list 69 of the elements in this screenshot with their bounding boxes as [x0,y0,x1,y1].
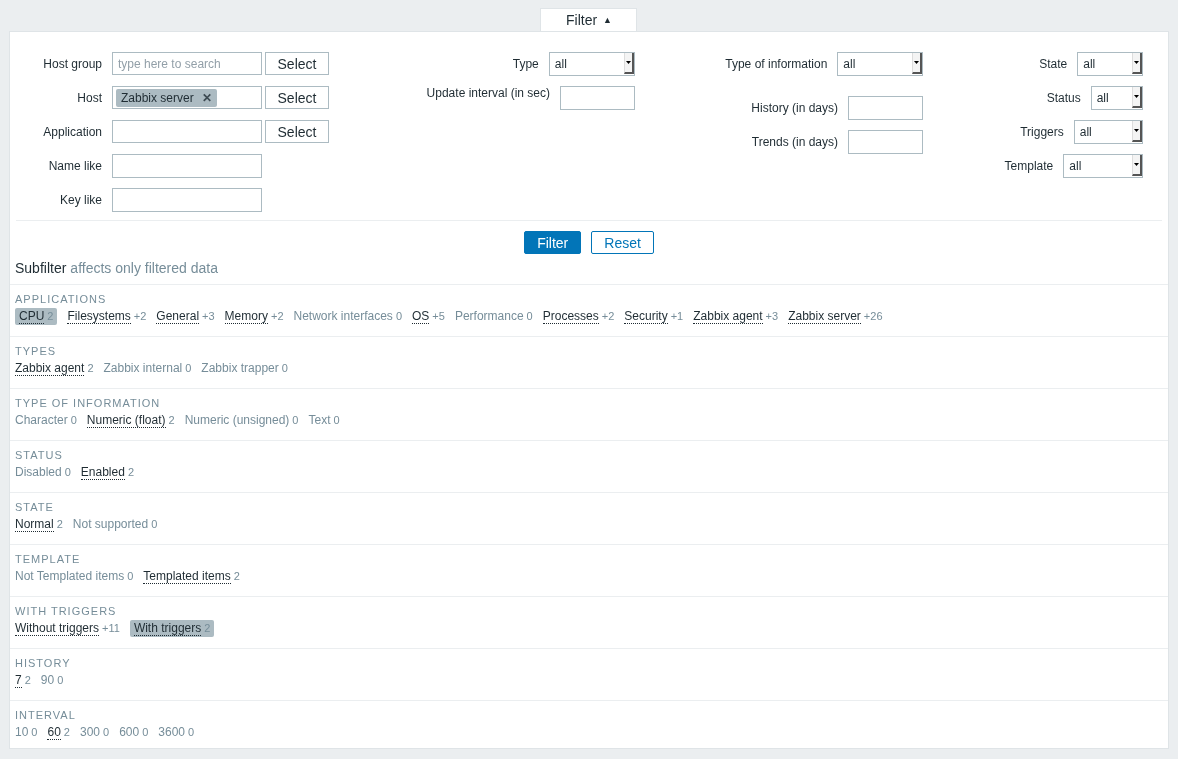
subfilter-item[interactable]: Filesystems +2 [67,308,147,325]
field-label: Host [76,90,102,105]
subfilter-item[interactable]: 60 2 [47,724,70,741]
dropdown[interactable]: all [548,51,635,76]
field-label: Template [1003,158,1054,173]
section-heading: STATE [15,501,55,513]
subfilter-item[interactable]: OS +5 [412,308,445,325]
select-button[interactable]: Select [265,86,329,109]
field-label: Name like [47,158,102,173]
select-button[interactable]: Select [265,52,329,75]
remove-icon[interactable]: ✕ [201,90,212,105]
caret-icon [1132,155,1142,176]
section-heading: STATUS [15,449,64,461]
field-label: Status [1045,90,1081,105]
subfilter-item[interactable]: Zabbix agent +3 [693,308,779,325]
subfilter-item[interactable]: Zabbix agent 2 [15,360,94,377]
caret-icon [1132,121,1142,142]
field-label: Trends (in days) [750,134,838,149]
section-heading: INTERVAL [15,709,77,721]
text-field[interactable] [848,95,923,120]
caret-icon [912,53,922,74]
dropdown[interactable]: all [1073,119,1143,144]
field-label: State [1038,56,1068,71]
field-label: Type of information [724,56,828,71]
subfilter-item[interactable]: Memory +2 [224,308,284,325]
subfilter-item[interactable]: 7 2 [15,672,31,689]
multiselect-field[interactable]: type here to search [112,52,262,75]
dropdown[interactable]: all [1090,85,1143,110]
text-field[interactable] [112,153,262,178]
section-heading: HISTORY [15,657,72,669]
subfilter-title: Subfilter [15,260,67,276]
subfilter-item[interactable]: Numeric (float) 2 [86,412,175,429]
subfilter-item[interactable]: Security +1 [624,308,684,325]
subfilter-item[interactable]: Normal 2 [15,516,63,533]
subfilter-item[interactable]: Enabled 2 [80,464,134,481]
section-heading: APPLICATIONS [15,293,108,305]
text-field[interactable] [112,187,262,212]
reset-button[interactable]: Reset [591,231,654,254]
subfilter-item[interactable]: Zabbix server +26 [788,308,883,325]
subfilter-item[interactable]: General +3 [156,308,215,325]
field-label: Type [511,56,539,71]
subfilter-item[interactable]: Without triggers +11 [15,620,120,637]
subfilter-note: affects only filtered data [70,260,218,276]
filter-button[interactable]: Filter [524,231,582,254]
multiselect-field[interactable]: Zabbix server ✕ [112,86,262,109]
select-button[interactable]: Select [265,120,329,143]
subfilter-item[interactable]: Templated items 2 [143,568,240,585]
multiselect-field[interactable] [112,120,262,143]
section-heading: TYPES [15,345,58,357]
field-label: Host group [42,56,102,71]
section-heading: TEMPLATE [15,553,82,565]
field-label: Update interval (in sec) [425,86,550,100]
field-label: Application [42,124,102,139]
field-label: Key like [58,192,102,207]
dropdown[interactable]: all [1077,51,1143,76]
field-label: History (in days) [750,100,838,115]
filter-tab[interactable]: Filter ▲ [539,8,637,31]
caret-icon [1132,87,1142,108]
field-label: Triggers [1019,124,1064,139]
text-field[interactable] [848,129,923,154]
dropdown[interactable]: all [837,51,923,76]
subfilter-item[interactable]: Processes +2 [542,308,615,325]
section-heading: TYPE OF INFORMATION [15,397,162,409]
section-heading: WITH TRIGGERS [15,605,118,617]
host-tag: Zabbix server ✕ [116,88,217,107]
caret-icon [1132,53,1142,74]
caret-icon [624,53,634,74]
text-field[interactable] [560,85,635,110]
dropdown[interactable]: all [1063,153,1143,178]
